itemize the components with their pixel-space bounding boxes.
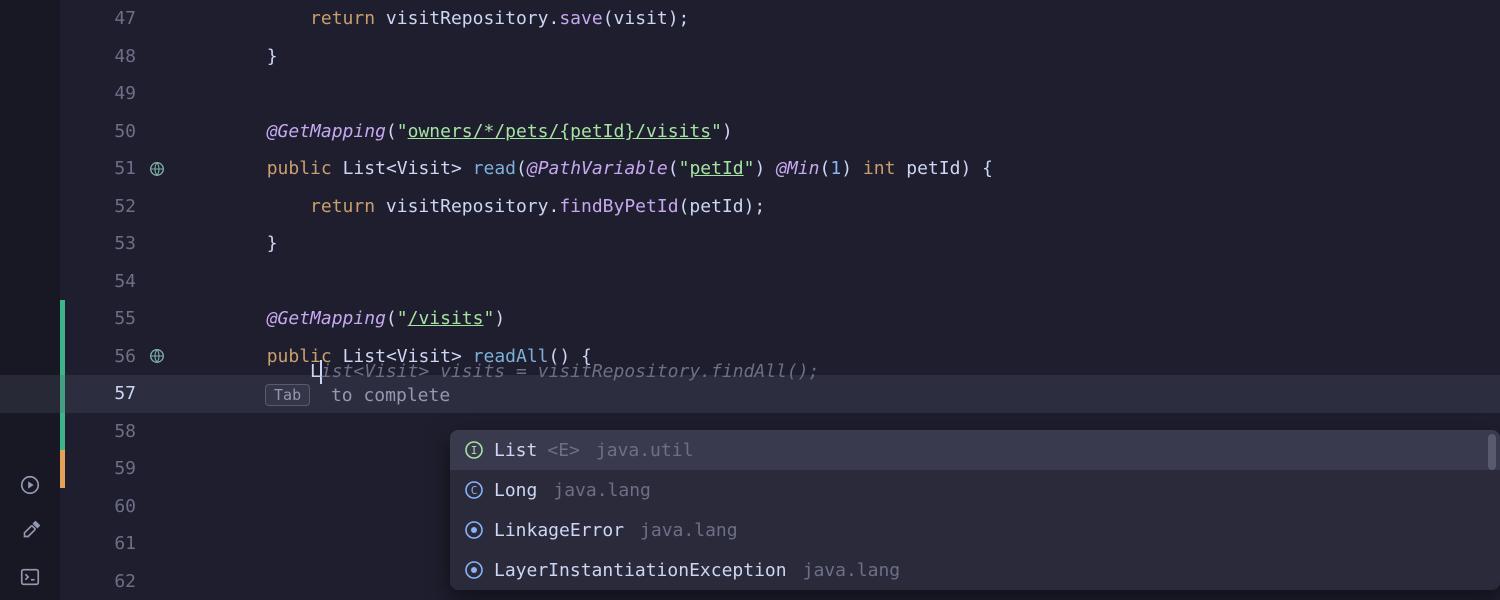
class-icon — [464, 560, 484, 580]
class-icon — [464, 520, 484, 540]
line-number: 61 — [106, 533, 136, 554]
line-number: 50 — [106, 121, 136, 142]
terminal-icon[interactable] — [17, 564, 43, 590]
svg-text:I: I — [471, 444, 478, 457]
line-number: 60 — [106, 496, 136, 517]
line-number: 54 — [106, 271, 136, 292]
class-icon: C — [464, 480, 484, 500]
line-number: 62 — [106, 571, 136, 592]
line-number: 56 — [106, 346, 136, 367]
vcs-change-marker[interactable] — [60, 338, 65, 376]
build-icon[interactable] — [17, 518, 43, 544]
left-toolbar — [0, 0, 60, 600]
line-number: 53 — [106, 233, 136, 254]
current-line-highlight — [0, 375, 180, 413]
globe-icon[interactable] — [146, 347, 168, 365]
line-number: 47 — [106, 8, 136, 29]
line-number: 52 — [106, 196, 136, 217]
line-number: 51 — [106, 158, 136, 179]
line-number: 48 — [106, 46, 136, 67]
line-number: 58 — [106, 421, 136, 442]
gutter: 47 48 49 50 51 52 53 54 55 56 57 58 59 6… — [60, 0, 180, 600]
autocomplete-item[interactable]: LayerInstantiationException java.lang — [450, 550, 1500, 590]
vcs-change-marker[interactable] — [60, 300, 65, 338]
line-number: 49 — [106, 83, 136, 104]
vcs-change-marker[interactable] — [60, 413, 65, 451]
popup-scrollbar[interactable] — [1488, 434, 1496, 470]
autocomplete-popup[interactable]: I List<E> java.util C Long java.lang Lin… — [450, 430, 1500, 590]
line-number: 57 — [106, 383, 136, 404]
globe-icon[interactable] — [146, 160, 168, 178]
line-number: 59 — [106, 458, 136, 479]
line-number: 55 — [106, 308, 136, 329]
tab-key-badge: Tab — [265, 384, 310, 406]
vcs-change-marker[interactable] — [60, 450, 65, 488]
autocomplete-item[interactable]: I List<E> java.util — [450, 430, 1500, 470]
code-editor[interactable]: return visitRepository.save(visit); } @G… — [180, 0, 1500, 600]
completion-hint: Tab to complete — [265, 384, 450, 406]
autocomplete-item[interactable]: C Long java.lang — [450, 470, 1500, 510]
autocomplete-item[interactable]: LinkageError java.lang — [450, 510, 1500, 550]
run-icon[interactable] — [17, 472, 43, 498]
inline-suggestion: ist<Visit> visits = visitRepository.find… — [321, 361, 820, 382]
interface-icon: I — [464, 440, 484, 460]
svg-text:C: C — [471, 484, 478, 497]
